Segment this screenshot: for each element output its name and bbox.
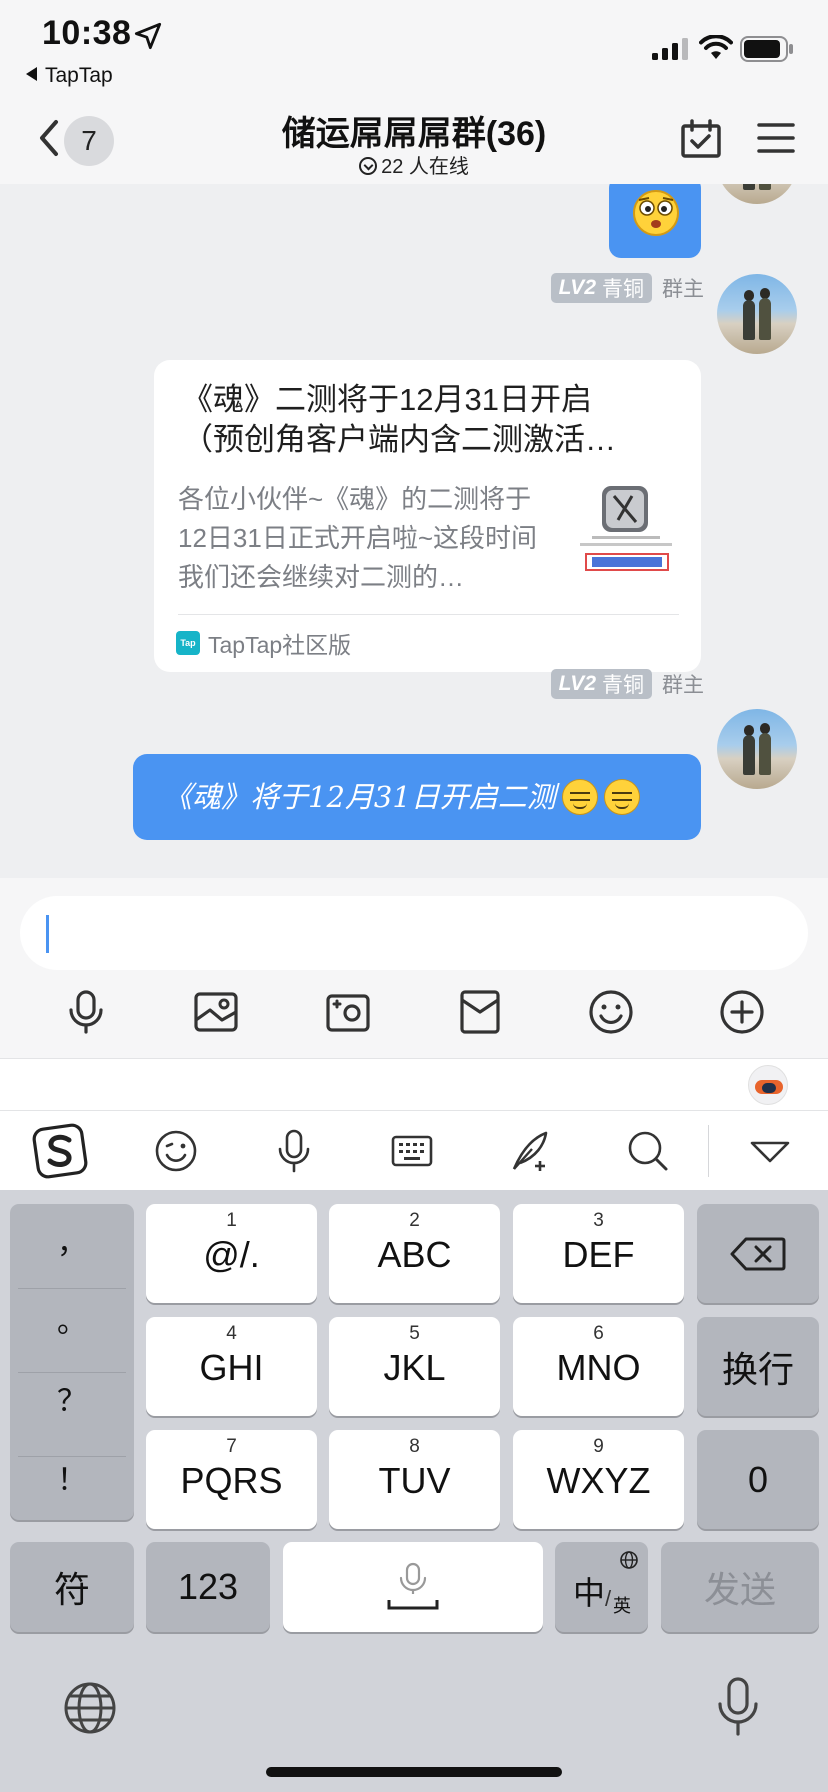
key-5[interactable]: 5 JKL <box>329 1317 500 1416</box>
text-message-bubble[interactable]: 《魂》将于12月31日开启二测 <box>133 754 701 840</box>
wifi-icon <box>699 35 733 59</box>
nine-key-keyboard: ， 。 ？ ！ 1 @/. 2 ABC 3 DEF 4 GHI 5 JKL 6 MNO 换行… <box>0 1190 828 1792</box>
punct-key[interactable]: 。 <box>10 1283 134 1362</box>
collapse-keyboard-icon[interactable] <box>746 1127 794 1175</box>
taptap-logo-icon: Tap <box>176 631 200 655</box>
key-4[interactable]: 4 GHI <box>146 1317 317 1416</box>
menu-icon[interactable] <box>756 120 796 156</box>
smirk-emoji-icon <box>561 779 598 815</box>
language-switch-key[interactable]: 中 / 英 <box>555 1542 648 1632</box>
card-title: 《魂》二测将于12月31日开启 （预创角客户端内含二测激活… <box>182 382 616 457</box>
status-time: 10:38 <box>42 14 132 52</box>
message-input[interactable] <box>20 896 808 970</box>
globe-small-icon <box>620 1551 638 1569</box>
key-7[interactable]: 7 PQRS <box>146 1430 317 1529</box>
key-2[interactable]: 2 ABC <box>329 1204 500 1303</box>
text-cursor <box>46 915 49 953</box>
link-card-message[interactable]: 《魂》二测将于12月31日开启 （预创角客户端内含二测激活… 各位小伙伴~《魂》… <box>154 360 701 672</box>
sender-role: 群主 <box>662 278 704 301</box>
home-indicator[interactable] <box>266 1767 562 1777</box>
sender-avatar[interactable] <box>717 274 797 354</box>
sender-role: 群主 <box>662 674 704 697</box>
red-packet-icon[interactable] <box>456 988 504 1036</box>
punct-key[interactable]: ！ <box>10 1441 134 1520</box>
key-1[interactable]: 1 @/. <box>146 1204 317 1303</box>
dictation-mic-icon[interactable] <box>712 1676 764 1740</box>
handwriting-quill-icon[interactable] <box>506 1127 554 1175</box>
level-badge: LV2 青铜 <box>550 273 652 303</box>
toolbar-divider <box>708 1125 709 1177</box>
space-key[interactable] <box>283 1542 543 1632</box>
punctuation-column: ， 。 ？ ！ <box>10 1204 134 1520</box>
emoji-smile-icon[interactable] <box>152 1127 200 1175</box>
emoji-smile-icon[interactable] <box>587 988 635 1036</box>
chat-message-list[interactable]: LV2 青铜 群主 《魂》二测将于12月31日开启 （预创角客户端内含二测激活… … <box>0 184 828 878</box>
status-bar: 10:38 TapTap <box>0 0 828 96</box>
message-text: 《魂》将于12月31日开启二测 <box>163 780 556 814</box>
punct-key[interactable]: ？ <box>10 1362 134 1441</box>
input-toolbar <box>0 988 828 1044</box>
key-3[interactable]: 3 DEF <box>513 1204 684 1303</box>
sender-info: LV2 青铜 群主 <box>550 669 704 699</box>
newline-key[interactable]: 换行 <box>697 1317 819 1416</box>
zero-key[interactable]: 0 <box>697 1430 819 1529</box>
camera-icon[interactable] <box>324 988 372 1036</box>
online-check-icon <box>359 157 378 175</box>
microphone-icon[interactable] <box>62 988 110 1036</box>
sender-info: LV2 青铜 群主 <box>550 273 704 303</box>
ime-toolbar <box>0 1110 828 1190</box>
space-mic-icon <box>387 1562 439 1610</box>
card-divider <box>178 614 679 615</box>
send-key[interactable]: 发送 <box>661 1542 819 1632</box>
key-6[interactable]: 6 MNO <box>513 1317 684 1416</box>
keyboard-icon[interactable] <box>388 1127 436 1175</box>
online-count-text: 22 人在线 <box>381 156 469 178</box>
backspace-icon <box>730 1237 786 1271</box>
back-to-app-link[interactable]: TapTap <box>26 64 113 88</box>
backspace-key[interactable] <box>697 1204 819 1303</box>
smirk-emoji-icon <box>603 779 640 815</box>
ime-candidate-bar <box>0 1058 828 1110</box>
location-arrow-icon <box>134 22 162 50</box>
back-triangle-icon <box>26 67 37 81</box>
card-source: Tap TapTap社区版 <box>176 626 351 660</box>
card-thumbnail <box>574 480 678 586</box>
key-8[interactable]: 8 TUV <box>329 1430 500 1529</box>
numbers-key[interactable]: 123 <box>146 1542 270 1632</box>
battery-icon <box>740 36 793 62</box>
shocked-face-emoji-icon <box>633 190 679 236</box>
emoji-message-bubble[interactable] <box>609 184 701 258</box>
key-9[interactable]: 9 WXYZ <box>513 1430 684 1529</box>
symbols-key[interactable]: 符 <box>10 1542 134 1632</box>
sender-avatar[interactable] <box>717 184 797 204</box>
sogou-logo-icon[interactable] <box>32 1123 88 1179</box>
search-icon[interactable] <box>624 1127 672 1175</box>
calendar-check-icon[interactable] <box>680 118 722 160</box>
ime-mascot-icon[interactable] <box>748 1065 788 1105</box>
image-icon[interactable] <box>192 988 240 1036</box>
chat-nav-bar: 7 储运屌屌屌群(36) 22 人在线 <box>0 96 828 184</box>
cellular-signal-icon <box>652 38 688 60</box>
globe-icon[interactable] <box>62 1680 118 1736</box>
punct-key[interactable]: ， <box>10 1204 134 1283</box>
message-input-panel <box>0 878 828 1058</box>
sender-avatar[interactable] <box>717 709 797 789</box>
back-app-label: TapTap <box>45 64 113 87</box>
plus-circle-icon[interactable] <box>718 988 766 1036</box>
card-description: 各位小伙伴~《魂》的二测将于 12日31日正式开启啦~这段时间 我们还会继续对二… <box>178 484 538 592</box>
voice-input-icon[interactable] <box>270 1127 318 1175</box>
level-badge: LV2 青铜 <box>550 669 652 699</box>
